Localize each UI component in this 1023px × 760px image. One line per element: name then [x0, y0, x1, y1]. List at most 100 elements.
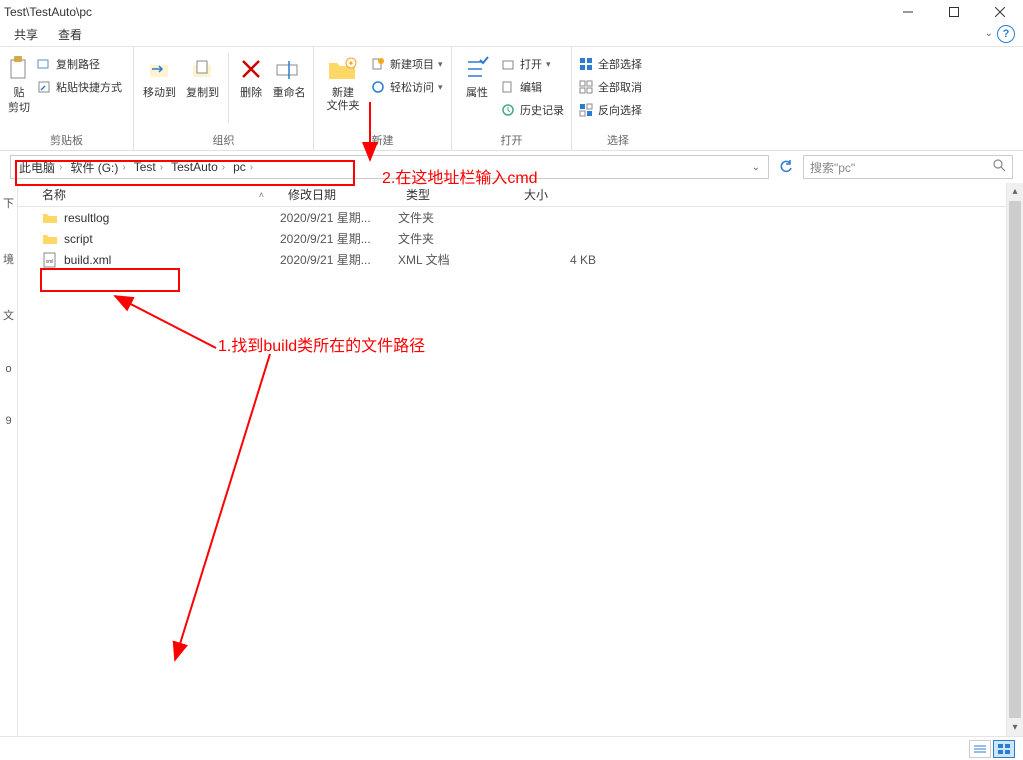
group-label-new: 新建	[320, 130, 445, 150]
details-icon	[974, 744, 986, 754]
open-button[interactable]: 打开▾	[500, 53, 564, 75]
maximize-button[interactable]	[931, 0, 977, 23]
ribbon-group-select: 全部选择 全部取消 反向选择 选择	[572, 47, 664, 150]
svg-text:✦: ✦	[348, 59, 355, 68]
refresh-icon	[779, 160, 793, 174]
refresh-button[interactable]	[775, 156, 797, 178]
ribbon-group-organize: 移动到 复制到 删除 重命名 组织	[134, 47, 314, 150]
group-label-open: 打开	[458, 130, 565, 150]
chevron-right-icon[interactable]: ›	[222, 162, 225, 173]
move-to-icon	[146, 55, 174, 83]
chevron-right-icon[interactable]: ›	[160, 162, 163, 173]
paste-shortcut-button[interactable]: 粘贴快捷方式	[36, 76, 122, 98]
invert-icon	[578, 102, 594, 118]
view-icons-button[interactable]	[993, 740, 1015, 758]
invert-selection-button[interactable]: 反向选择	[578, 99, 642, 121]
window-controls	[885, 0, 1023, 23]
select-none-icon	[578, 79, 594, 95]
history-button[interactable]: 历史记录	[500, 99, 564, 121]
scroll-down-icon[interactable]: ▾	[1007, 719, 1023, 736]
svg-text:xml: xml	[46, 259, 54, 265]
content-area: 下 境 文 o 9 名称˄ 修改日期 类型 大小 resultlog 2020/…	[0, 183, 1023, 736]
rename-icon	[275, 57, 303, 81]
delete-button[interactable]: 删除	[235, 49, 267, 100]
properties-button[interactable]: 属性	[458, 49, 496, 100]
new-item-icon	[370, 56, 386, 72]
ribbon-collapse-icon[interactable]: ⌄	[985, 28, 993, 39]
chevron-right-icon[interactable]: ›	[250, 162, 253, 173]
status-bar	[0, 736, 1023, 760]
column-name[interactable]: 名称˄	[18, 186, 280, 203]
menubar: 共享 查看 ⌄ ?	[0, 23, 1023, 47]
copy-path-icon	[36, 56, 52, 72]
breadcrumb: TestAuto›	[167, 160, 229, 174]
copy-path-button[interactable]: 复制路径	[36, 53, 122, 75]
select-all-button[interactable]: 全部选择	[578, 53, 642, 75]
select-none-button[interactable]: 全部取消	[578, 76, 642, 98]
nav-row: 此电脑› 软件 (G:)› Test› TestAuto› pc› ⌄ 搜索"p…	[0, 151, 1023, 183]
scroll-up-icon[interactable]: ▴	[1007, 183, 1023, 200]
paste-icon	[9, 56, 29, 82]
table-row[interactable]: script 2020/9/21 星期... 文件夹	[18, 228, 1023, 249]
scroll-thumb[interactable]	[1009, 201, 1021, 718]
file-rows: resultlog 2020/9/21 星期... 文件夹 script 202…	[18, 207, 1023, 270]
table-row[interactable]: xmlbuild.xml 2020/9/21 星期... XML 文档 4 KB	[18, 249, 1023, 270]
close-button[interactable]	[977, 0, 1023, 23]
ribbon-group-clipboard: 贴 剪切 复制路径 粘贴快捷方式 剪贴板	[0, 47, 134, 150]
move-to-button[interactable]: 移动到	[140, 49, 179, 100]
chevron-right-icon[interactable]: ›	[122, 162, 125, 173]
menu-view[interactable]: 查看	[48, 23, 92, 46]
xml-file-icon: xml	[42, 252, 58, 268]
menu-share[interactable]: 共享	[4, 23, 48, 46]
group-label-organize: 组织	[140, 130, 307, 150]
folder-icon	[42, 210, 58, 226]
ribbon-group-new: ✦ 新建 文件夹 新建项目▾ 轻松访问▾ 新建	[314, 47, 452, 150]
breadcrumb: pc›	[229, 160, 257, 174]
new-folder-icon: ✦	[327, 55, 359, 83]
chevron-right-icon[interactable]: ›	[59, 162, 62, 173]
rename-button[interactable]: 重命名	[271, 49, 307, 100]
breadcrumb: 软件 (G:)›	[66, 159, 129, 176]
table-row[interactable]: resultlog 2020/9/21 星期... 文件夹	[18, 207, 1023, 228]
breadcrumb: Test›	[130, 160, 167, 174]
address-dropdown-icon[interactable]: ⌄	[748, 162, 764, 173]
paste-shortcut-icon	[36, 79, 52, 95]
sort-indicator-icon: ˄	[259, 190, 264, 200]
address-bar[interactable]: 此电脑› 软件 (G:)› Test› TestAuto› pc› ⌄	[10, 155, 769, 179]
view-details-button[interactable]	[969, 740, 991, 758]
paste-button[interactable]: 贴 剪切	[6, 49, 32, 115]
column-date[interactable]: 修改日期	[280, 186, 398, 203]
select-all-icon	[578, 56, 594, 72]
search-icon[interactable]	[993, 159, 1006, 175]
easy-access-button[interactable]: 轻松访问▾	[370, 76, 443, 98]
file-list-pane: 名称˄ 修改日期 类型 大小 resultlog 2020/9/21 星期...…	[18, 183, 1023, 736]
breadcrumb: 此电脑›	[15, 159, 66, 176]
icons-icon	[998, 744, 1010, 754]
new-folder-button[interactable]: ✦ 新建 文件夹	[320, 49, 366, 113]
titlebar: Test\TestAuto\pc	[0, 0, 1023, 23]
new-item-button[interactable]: 新建项目▾	[370, 53, 443, 75]
ribbon-group-open: 属性 打开▾ 编辑 历史记录 打开	[452, 47, 572, 150]
group-label-select: 选择	[578, 130, 658, 150]
history-icon	[500, 102, 516, 118]
properties-icon	[464, 56, 490, 82]
title-path: Test\TestAuto\pc	[4, 5, 92, 19]
open-icon	[500, 56, 516, 72]
minimize-button[interactable]	[885, 0, 931, 23]
group-label-clipboard: 剪贴板	[6, 130, 127, 150]
edit-icon	[500, 79, 516, 95]
delete-icon	[239, 57, 263, 81]
copy-to-icon	[189, 55, 217, 83]
column-type[interactable]: 类型	[398, 186, 516, 203]
nav-pane-collapsed[interactable]: 下 境 文 o 9	[0, 183, 18, 736]
ribbon: 贴 剪切 复制路径 粘贴快捷方式 剪贴板 移动到 复制到 删除	[0, 47, 1023, 151]
easy-access-icon	[370, 79, 386, 95]
copy-to-button[interactable]: 复制到	[183, 49, 222, 100]
help-icon[interactable]: ?	[997, 25, 1015, 43]
column-headers: 名称˄ 修改日期 类型 大小	[18, 183, 1023, 207]
column-size[interactable]: 大小	[516, 186, 616, 203]
edit-button[interactable]: 编辑	[500, 76, 564, 98]
folder-icon	[42, 231, 58, 247]
search-input[interactable]: 搜索"pc"	[803, 155, 1013, 179]
vertical-scrollbar[interactable]: ▴ ▾	[1006, 183, 1023, 736]
